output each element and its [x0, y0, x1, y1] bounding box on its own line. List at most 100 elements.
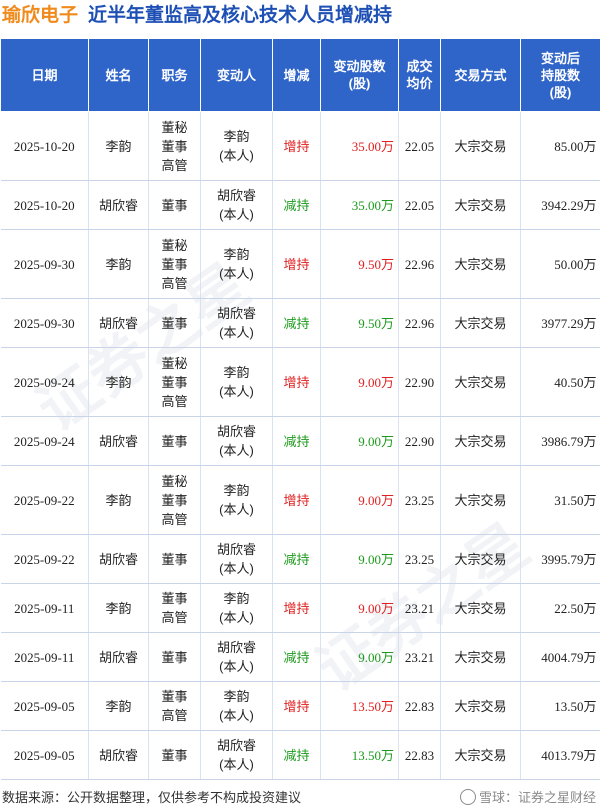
- holdings-after-cell: 13.50万: [520, 681, 600, 731]
- shares-cell: 35.00万: [320, 180, 399, 230]
- holdings-after-cell: 85.00万: [520, 111, 600, 181]
- table-row: 2025-09-24 胡欣睿 董事 胡欣睿 (本人) 减持 9.00万 22.90 大宗交易 39…: [0, 416, 600, 466]
- method-cell: 大宗交易: [440, 632, 521, 682]
- role-cell: 董秘 董事 高管: [148, 465, 201, 535]
- col-role-header: 职务: [148, 38, 201, 112]
- direction-label: 增持: [283, 374, 310, 390]
- table-row: 2025-09-22 李韵 董秘 董事 高管 李韵 (本人) 增持 9.00万 23.25 大宗交易…: [0, 465, 600, 535]
- table-row: 2025-09-05 李韵 董事 高管 李韵 (本人) 增持 13.50万 22.83 大宗交易 1…: [0, 681, 600, 731]
- method-cell: 大宗交易: [440, 229, 521, 299]
- table-row: 2025-09-30 胡欣睿 董事 胡欣睿 (本人) 减持 9.50万 22.96 大宗交易 39…: [0, 298, 600, 348]
- holdings-after-cell: 22.50万: [520, 583, 600, 633]
- price-cell: 23.25: [398, 465, 441, 535]
- col-date-header: 日期: [0, 38, 89, 112]
- method-cell: 大宗交易: [440, 465, 521, 535]
- date-cell: 2025-09-05: [0, 681, 89, 731]
- actor-cell: 李韵 (本人): [200, 229, 273, 299]
- direction-label: 减持: [283, 551, 310, 567]
- direction-cell: 减持: [272, 416, 321, 466]
- actor-cell: 胡欣睿 (本人): [200, 416, 273, 466]
- date-cell: 2025-09-05: [0, 730, 89, 780]
- page-title: 瑜欣电子 近半年董监高及核心技术人员增减持: [0, 0, 600, 34]
- price-cell: 22.05: [398, 180, 441, 230]
- method-cell: 大宗交易: [440, 730, 521, 780]
- role-cell: 董事: [148, 416, 201, 466]
- shares-cell: 9.00万: [320, 583, 399, 633]
- name-cell: 胡欣睿: [88, 180, 149, 230]
- name-cell: 李韵: [88, 465, 149, 535]
- shares-cell: 13.50万: [320, 730, 399, 780]
- method-cell: 大宗交易: [440, 534, 521, 584]
- name-cell: 胡欣睿: [88, 730, 149, 780]
- date-cell: 2025-09-11: [0, 583, 89, 633]
- role-cell: 董秘 董事 高管: [148, 229, 201, 299]
- name-cell: 李韵: [88, 229, 149, 299]
- direction-label: 减持: [283, 315, 310, 331]
- shares-cell: 13.50万: [320, 681, 399, 731]
- holdings-after-cell: 50.00万: [520, 229, 600, 299]
- actor-cell: 胡欣睿 (本人): [200, 298, 273, 348]
- name-cell: 李韵: [88, 583, 149, 633]
- holdings-after-cell: 4013.79万: [520, 730, 600, 780]
- role-cell: 董事: [148, 730, 201, 780]
- method-cell: 大宗交易: [440, 347, 521, 417]
- table-row: 2025-09-05 胡欣睿 董事 胡欣睿 (本人) 减持 13.50万 22.83 大宗交易 4…: [0, 730, 600, 780]
- holdings-after-cell: 3986.79万: [520, 416, 600, 466]
- table-header-row: 日期 姓名 职务 变动人 增减 变动股数 (股) 成交 均价 交易方式 变动后 持股数 (股): [0, 38, 600, 112]
- col-shares-header: 变动股数 (股): [320, 38, 399, 112]
- price-cell: 23.21: [398, 632, 441, 682]
- actor-cell: 李韵 (本人): [200, 583, 273, 633]
- direction-cell: 增持: [272, 347, 321, 417]
- price-cell: 22.90: [398, 347, 441, 417]
- name-cell: 李韵: [88, 347, 149, 417]
- direction-label: 减持: [283, 197, 310, 213]
- data-source-note: 数据来源：公开数据整理，仅供参考不构成投资建议: [2, 790, 302, 805]
- table-row: 2025-10-20 胡欣睿 董事 胡欣睿 (本人) 减持 35.00万 22.05 大宗交易 3…: [0, 180, 600, 230]
- name-cell: 胡欣睿: [88, 416, 149, 466]
- footer: 数据来源：公开数据整理，仅供参考不构成投资建议 雪球：证券之星财经: [0, 788, 600, 808]
- role-cell: 董事 高管: [148, 681, 201, 731]
- col-method-header: 交易方式: [440, 38, 521, 112]
- direction-cell: 增持: [272, 681, 321, 731]
- table-row: 2025-09-24 李韵 董秘 董事 高管 李韵 (本人) 增持 9.00万 22.90 大宗交易…: [0, 347, 600, 417]
- actor-cell: 李韵 (本人): [200, 111, 273, 181]
- price-cell: 23.25: [398, 534, 441, 584]
- price-cell: 22.96: [398, 298, 441, 348]
- direction-cell: 增持: [272, 465, 321, 535]
- date-cell: 2025-09-22: [0, 465, 89, 535]
- method-cell: 大宗交易: [440, 298, 521, 348]
- holdings-after-cell: 31.50万: [520, 465, 600, 535]
- table-row: 2025-09-11 胡欣睿 董事 胡欣睿 (本人) 减持 9.00万 23.21 大宗交易 40…: [0, 632, 600, 682]
- name-cell: 李韵: [88, 681, 149, 731]
- method-cell: 大宗交易: [440, 111, 521, 181]
- role-cell: 董事: [148, 180, 201, 230]
- col-price-header: 成交 均价: [398, 38, 441, 112]
- shares-cell: 9.00万: [320, 534, 399, 584]
- holdings-after-cell: 40.50万: [520, 347, 600, 417]
- holdings-after-cell: 4004.79万: [520, 632, 600, 682]
- brand-text: 雪球：证券之星财经: [478, 790, 596, 805]
- direction-label: 增持: [283, 492, 310, 508]
- direction-label: 减持: [283, 433, 310, 449]
- shares-cell: 9.00万: [320, 465, 399, 535]
- price-cell: 23.21: [398, 583, 441, 633]
- direction-label: 增持: [283, 600, 310, 616]
- date-cell: 2025-10-20: [0, 111, 89, 181]
- table-row: 2025-09-30 李韵 董秘 董事 高管 李韵 (本人) 增持 9.50万 22.96 大宗交易…: [0, 229, 600, 299]
- date-cell: 2025-09-30: [0, 298, 89, 348]
- role-cell: 董秘 董事 高管: [148, 111, 201, 181]
- role-cell: 董秘 董事 高管: [148, 347, 201, 417]
- table-row: 2025-10-20 李韵 董秘 董事 高管 李韵 (本人) 增持 35.00万 22.05 大宗交…: [0, 111, 600, 181]
- direction-cell: 增持: [272, 111, 321, 181]
- holdings-after-cell: 3995.79万: [520, 534, 600, 584]
- method-cell: 大宗交易: [440, 681, 521, 731]
- shares-cell: 9.00万: [320, 632, 399, 682]
- date-cell: 2025-10-20: [0, 180, 89, 230]
- report-headline: 近半年董监高及核心技术人员增减持: [88, 5, 393, 26]
- brand-label: 雪球：证券之星财经: [459, 788, 596, 808]
- col-after-header: 变动后 持股数 (股): [520, 38, 600, 112]
- direction-cell: 减持: [272, 298, 321, 348]
- direction-cell: 增持: [272, 229, 321, 299]
- shares-cell: 9.50万: [320, 298, 399, 348]
- holdings-after-cell: 3977.29万: [520, 298, 600, 348]
